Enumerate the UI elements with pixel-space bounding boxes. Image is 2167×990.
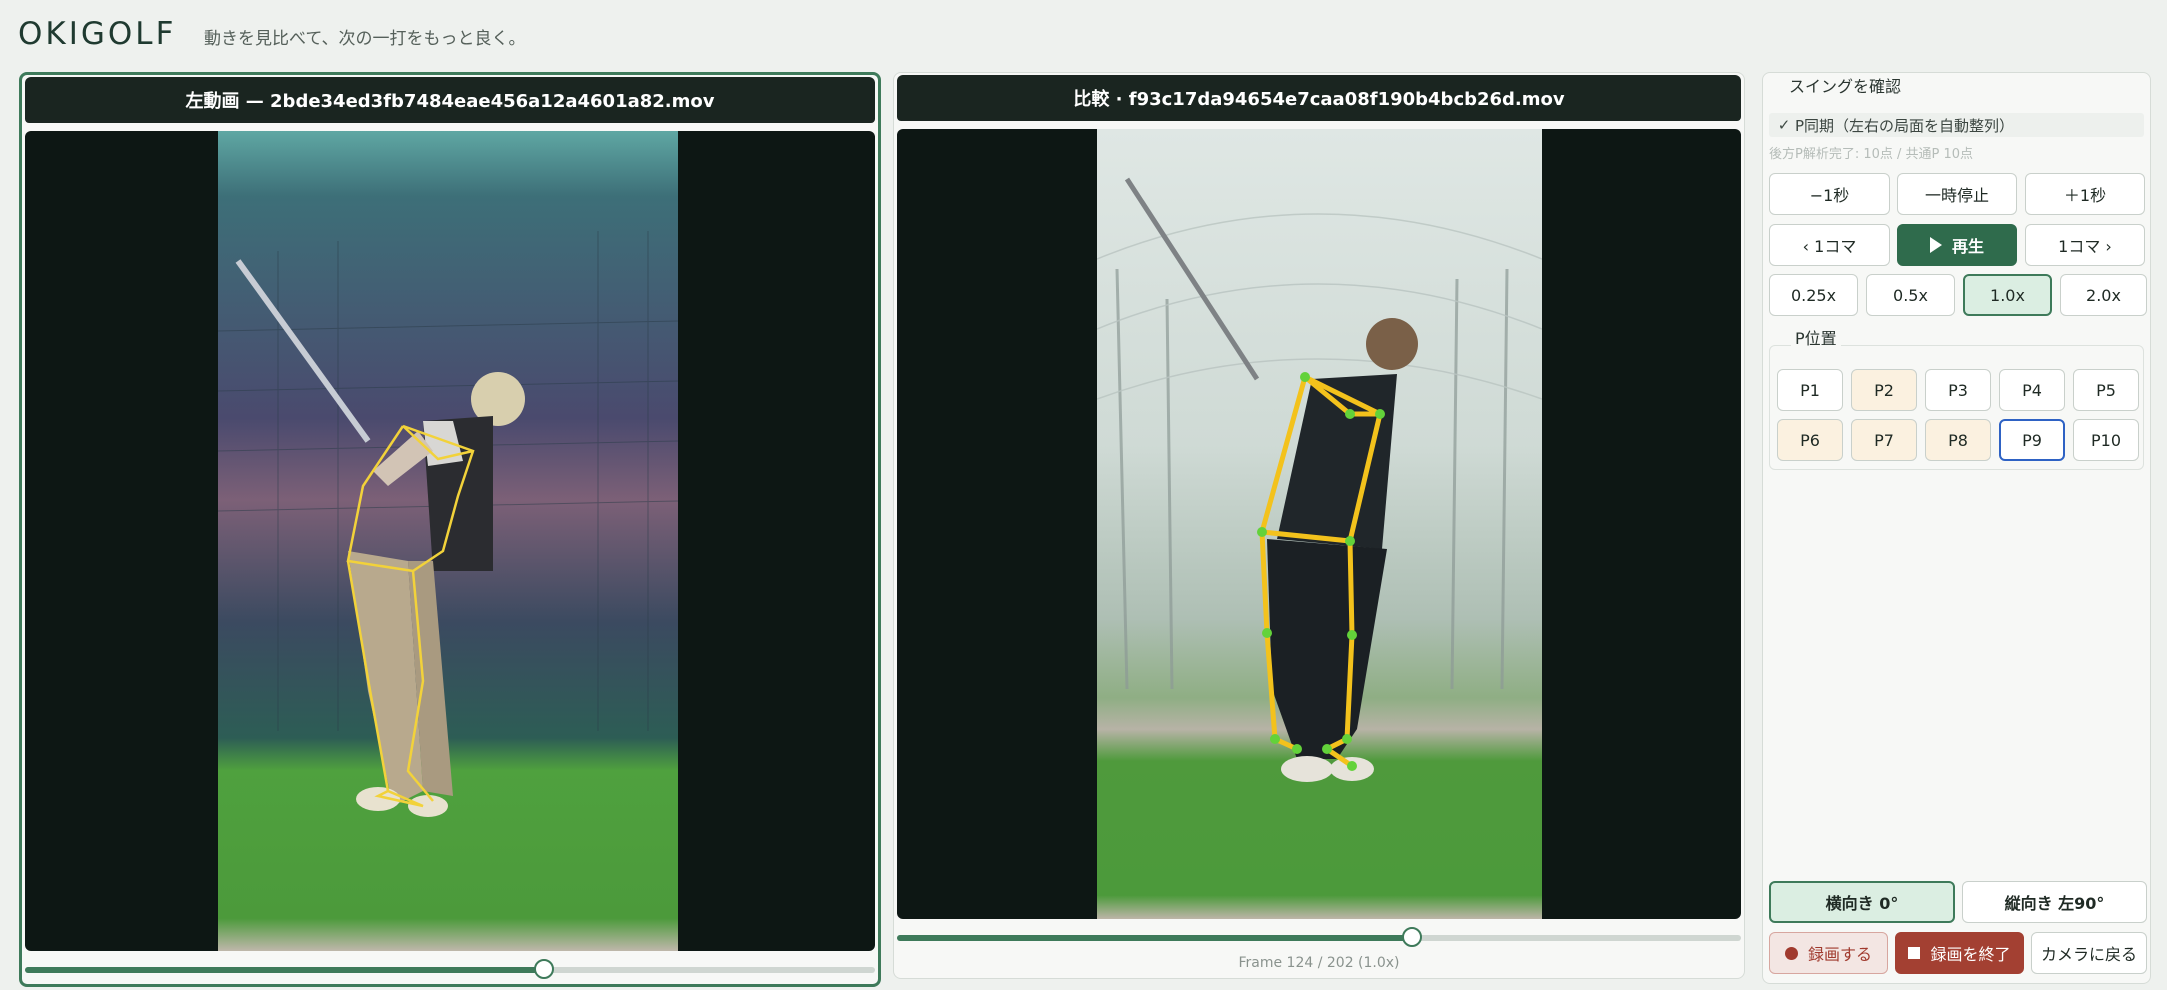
left-timeline-scrubber[interactable] <box>25 959 875 979</box>
left-video-frame <box>218 131 678 951</box>
speed-10-button[interactable]: 1.0x <box>1963 274 2052 316</box>
back-to-camera-button[interactable]: カメラに戻る <box>2031 932 2147 974</box>
left-video-panel[interactable]: 左動画 — 2bde34ed3fb7484eae456a12a4601a82.m… <box>19 72 881 987</box>
stop-recording-label: 録画を終了 <box>1930 945 2011 964</box>
checkmark-icon: ✓ <box>1777 116 1791 134</box>
seek-back-1s-button[interactable]: −1秒 <box>1769 173 1890 215</box>
right-video-panel[interactable]: 比較 · f93c17da94654e7caa08f190b4bcb26d.mo… <box>893 72 1745 979</box>
speed-025-button[interactable]: 0.25x <box>1769 274 1858 316</box>
p4-button[interactable]: P4 <box>1999 369 2065 411</box>
p-sync-label: P同期（左右の局面を自動整列） <box>1795 116 2015 135</box>
analysis-status: 後方P解析完了: 10点 / 共通P 10点 <box>1769 147 1974 162</box>
p7-button[interactable]: P7 <box>1851 419 1917 461</box>
left-video-title: 左動画 — 2bde34ed3fb7484eae456a12a4601a82.m… <box>25 77 875 123</box>
right-timeline-progress <box>897 935 1412 941</box>
sidebar-title: スイングを確認 <box>1785 73 1906 97</box>
app-logo: OKIGOLF <box>18 16 177 52</box>
right-video-frame <box>1097 129 1542 919</box>
pause-button[interactable]: 一時停止 <box>1897 173 2017 215</box>
record-button[interactable]: 録画する <box>1769 932 1888 974</box>
left-timeline-progress <box>25 967 544 973</box>
play-button[interactable]: 再生 <box>1897 224 2017 266</box>
swing-control-sidebar: スイングを確認 ✓ P同期（左右の局面を自動整列） 後方P解析完了: 10点 /… <box>1762 72 2151 984</box>
portrait-orientation-button[interactable]: 縦向き 左90° <box>1962 881 2147 923</box>
p-sync-toggle[interactable]: ✓ P同期（左右の局面を自動整列） <box>1769 113 2144 137</box>
right-video-title: 比較 · f93c17da94654e7caa08f190b4bcb26d.mo… <box>897 75 1741 121</box>
prev-frame-button[interactable]: ‹ 1コマ <box>1769 224 1890 266</box>
record-icon <box>1784 946 1798 960</box>
p3-button[interactable]: P3 <box>1925 369 1991 411</box>
play-label: 再生 <box>1951 237 1984 256</box>
frame-counter: Frame 124 / 202 (1.0x) <box>1238 955 1400 971</box>
p6-button[interactable]: P6 <box>1777 419 1843 461</box>
left-video-player[interactable] <box>25 131 875 951</box>
right-timeline-handle[interactable] <box>1401 927 1422 947</box>
p10-button[interactable]: P10 <box>2073 419 2139 461</box>
left-timeline-handle[interactable] <box>533 959 554 979</box>
right-video-player[interactable] <box>897 129 1741 919</box>
p9-button[interactable]: P9 <box>1999 419 2065 461</box>
p-position-title: P位置 <box>1791 325 1841 349</box>
p8-button[interactable]: P8 <box>1925 419 1991 461</box>
play-icon <box>1929 237 1942 253</box>
p5-button[interactable]: P5 <box>2073 369 2139 411</box>
stop-recording-button[interactable]: 録画を終了 <box>1895 932 2024 974</box>
next-frame-button[interactable]: 1コマ › <box>2025 224 2145 266</box>
right-timeline-scrubber[interactable] <box>897 927 1741 947</box>
left-pose-overlay <box>218 231 678 817</box>
speed-05-button[interactable]: 0.5x <box>1866 274 1955 316</box>
tagline: 動きを見比べて、次の一打をもっと良く。 <box>204 29 526 49</box>
right-pose-overlay <box>1097 177 1542 782</box>
p1-button[interactable]: P1 <box>1777 369 1843 411</box>
speed-20-button[interactable]: 2.0x <box>2060 274 2147 316</box>
seek-forward-1s-button[interactable]: ＋1秒 <box>2025 173 2145 215</box>
stop-icon <box>1908 947 1921 959</box>
landscape-orientation-button[interactable]: 横向き 0° <box>1769 881 1955 923</box>
p2-button[interactable]: P2 <box>1851 369 1917 411</box>
app-header: OKIGOLF 動きを見比べて、次の一打をもっと良く。 <box>0 0 2167 70</box>
record-label: 録画する <box>1807 945 1872 964</box>
